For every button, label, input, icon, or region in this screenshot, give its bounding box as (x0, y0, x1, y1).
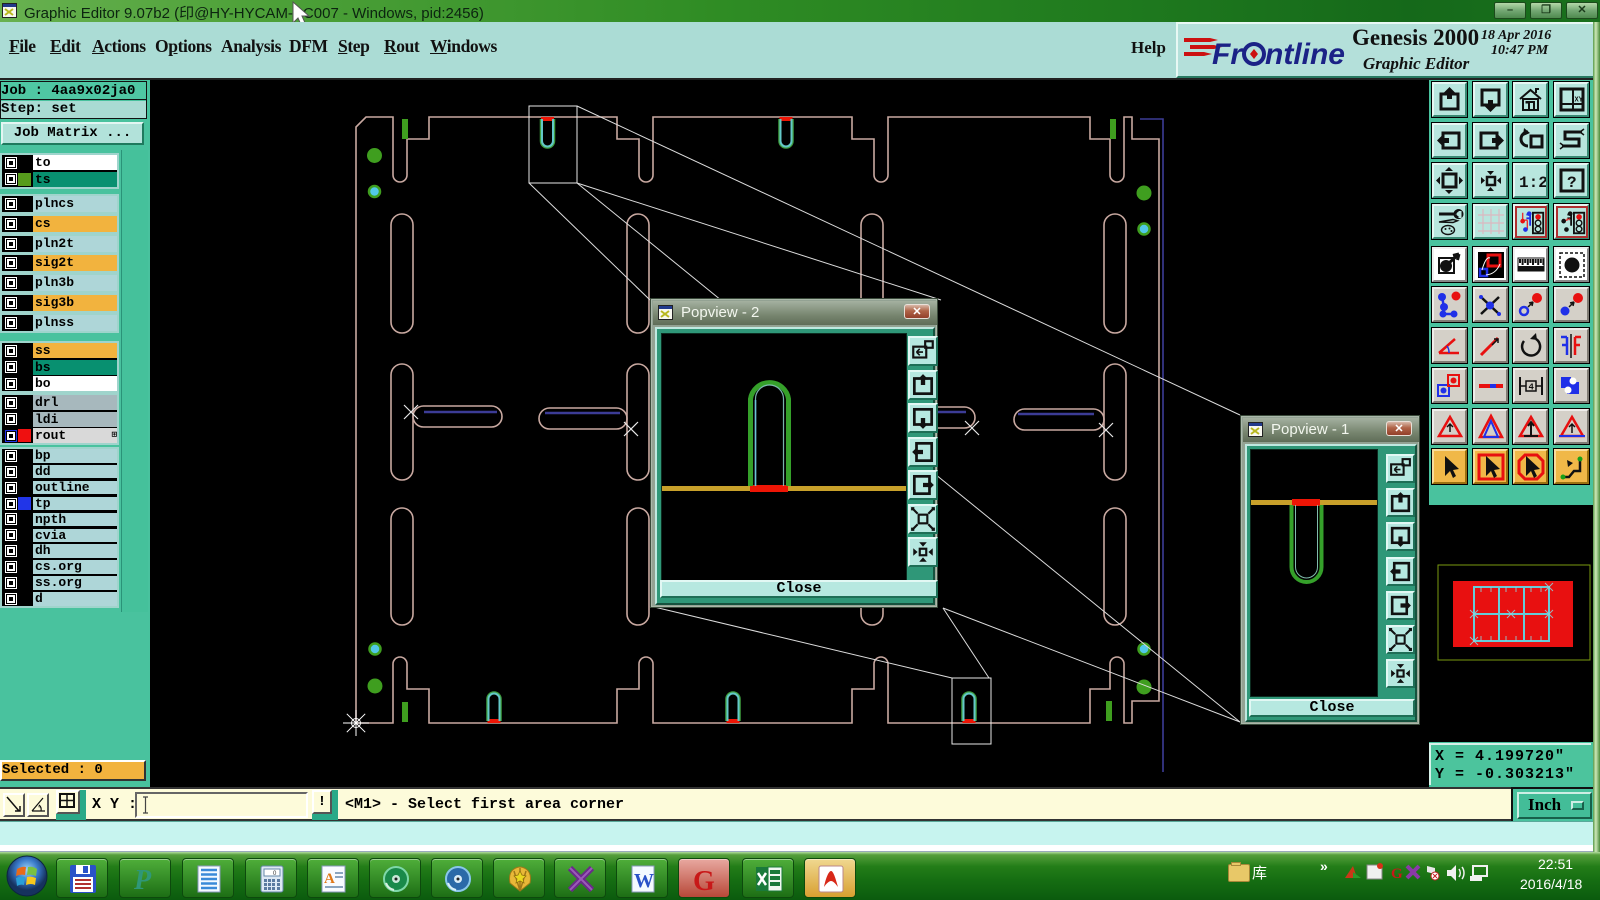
svg-text:A: A (324, 871, 335, 887)
svg-text:P: P (133, 865, 152, 895)
svg-text:G: G (693, 866, 715, 895)
svg-text:ntline: ntline (1265, 38, 1345, 71)
svg-text:4: 4 (1529, 383, 1535, 393)
svg-text:1:2: 1:2 (1519, 174, 1546, 192)
svg-text:G: G (1391, 866, 1403, 882)
svg-text:Fr: Fr (1212, 38, 1244, 71)
svg-text:XY: XY (1574, 97, 1583, 105)
svg-text:?: ? (1567, 174, 1577, 192)
svg-text:W: W (634, 870, 654, 892)
